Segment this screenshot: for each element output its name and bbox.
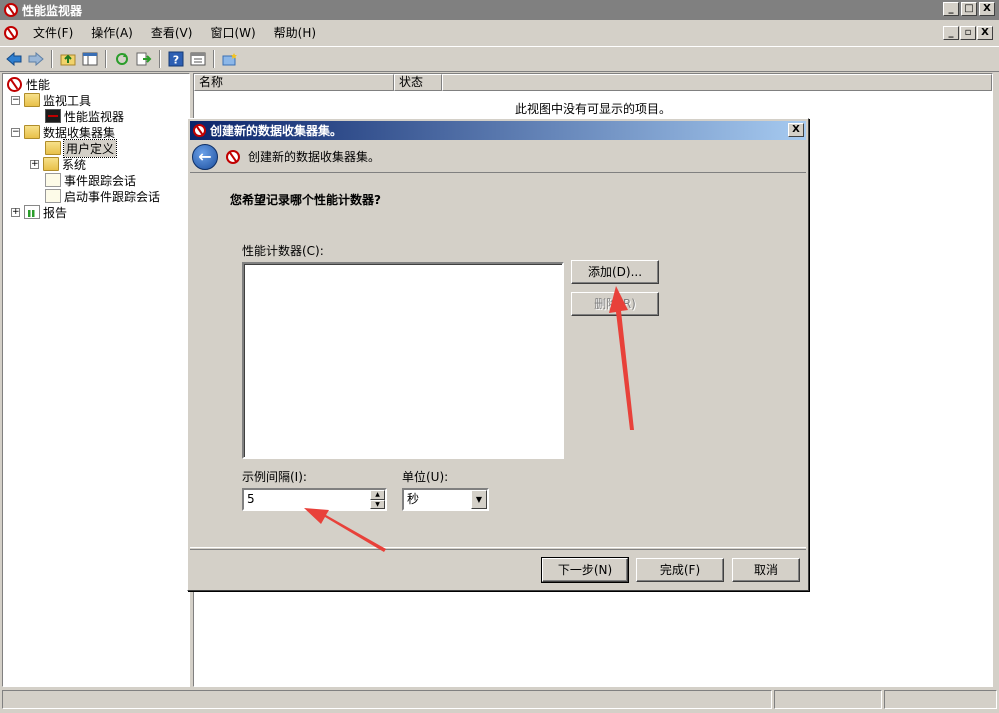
show-hide-tree-icon[interactable] — [80, 49, 100, 69]
monitor-icon — [45, 109, 61, 123]
status-bar — [2, 690, 997, 710]
dialog-title-bar: 创建新的数据收集器集。 X — [190, 121, 806, 140]
menu-window[interactable]: 窗口(W) — [201, 22, 264, 44]
mdi-system-icon[interactable] — [4, 26, 18, 40]
wizard-question: 您希望记录哪个性能计数器? — [230, 193, 381, 207]
sample-interval-label: 示例间隔(I): — [242, 470, 307, 484]
perfmon-app-icon — [4, 3, 18, 17]
properties-icon[interactable] — [188, 49, 208, 69]
user-folder-icon — [45, 141, 61, 155]
menu-view[interactable]: 查看(V) — [142, 22, 202, 44]
wizard-body: 您希望记录哪个性能计数器? 性能计数器(C): 添加(D)... 删除(R) 示… — [190, 174, 806, 548]
tree-node-startup-event-trace[interactable]: 启动事件跟踪会话 — [45, 188, 160, 204]
column-header-name[interactable]: 名称 — [194, 74, 394, 91]
folder-icon — [24, 125, 40, 139]
wizard-footer: 下一步(N) 完成(F) 取消 — [190, 549, 806, 589]
wizard-header: ← 创建新的数据收集器集。 — [190, 141, 806, 173]
unit-select[interactable]: 秒 ▼ — [402, 488, 489, 511]
help-icon[interactable]: ? — [166, 49, 186, 69]
finish-button[interactable]: 完成(F) — [636, 558, 724, 582]
child-restore-button[interactable]: ▫ — [960, 26, 976, 40]
wizard-header-icon — [226, 149, 240, 164]
empty-list-message: 此视图中没有可显示的项目。 — [514, 102, 671, 116]
dialog-app-icon — [193, 124, 206, 137]
spin-up-icon[interactable]: ▲ — [370, 490, 385, 500]
tree-node-data-collector-sets[interactable]: − 数据收集器集 — [11, 124, 115, 140]
svg-text:?: ? — [173, 54, 179, 67]
new-item-icon[interactable] — [220, 49, 240, 69]
sample-interval-value: 5 — [247, 492, 255, 506]
create-collector-set-dialog: 创建新的数据收集器集。 X ← 创建新的数据收集器集。 您希望记录哪个性能计数器… — [187, 118, 809, 591]
expand-toggle[interactable]: + — [30, 159, 39, 169]
status-pane-3 — [884, 690, 997, 709]
performance-counters-list[interactable] — [242, 262, 564, 459]
export-icon[interactable] — [134, 49, 154, 69]
refresh-icon[interactable] — [112, 49, 132, 69]
toolbar: ? — [0, 46, 999, 72]
maximize-button[interactable]: □ — [961, 2, 977, 16]
window-title-bar: 性能监视器 _ □ X — [0, 0, 999, 20]
close-button[interactable]: X — [979, 2, 995, 16]
tree-node-performance[interactable]: 性能 — [7, 76, 50, 92]
tree-node-event-trace-sessions[interactable]: 事件跟踪会话 — [45, 172, 136, 188]
wizard-header-title: 创建新的数据收集器集。 — [248, 150, 381, 164]
add-counter-button[interactable]: 添加(D)... — [571, 260, 659, 284]
column-header-filler — [442, 74, 992, 91]
window-title: 性能监视器 — [22, 3, 83, 18]
navigation-tree: 性能 − 监视工具 性能监视器 − 数据收集器集 用户定义 + 系统 事件跟踪会… — [2, 73, 190, 687]
tree-node-system[interactable]: + 系统 — [30, 156, 86, 172]
child-close-button[interactable]: X — [977, 26, 993, 40]
minimize-button[interactable]: _ — [943, 2, 959, 16]
wizard-back-button[interactable]: ← — [192, 143, 218, 170]
tree-node-monitor-tools[interactable]: − 监视工具 — [11, 92, 91, 108]
tree-node-user-defined[interactable]: 用户定义 — [45, 138, 118, 158]
status-pane-2 — [774, 690, 882, 709]
unit-label: 单位(U): — [402, 470, 449, 484]
dialog-close-button[interactable]: X — [788, 123, 804, 137]
dialog-title: 创建新的数据收集器集。 — [210, 124, 343, 138]
sample-interval-spinner[interactable]: 5 ▲ ▼ — [242, 488, 387, 511]
collapse-toggle[interactable]: − — [11, 95, 20, 105]
cancel-button[interactable]: 取消 — [732, 558, 800, 582]
status-pane-main — [2, 690, 772, 709]
child-minimize-button[interactable]: _ — [943, 26, 959, 40]
event-trace-icon — [45, 173, 61, 187]
menu-help[interactable]: 帮助(H) — [265, 22, 325, 44]
report-icon — [24, 205, 40, 219]
up-folder-icon[interactable] — [58, 49, 78, 69]
folder-icon — [24, 93, 40, 107]
dropdown-arrow-icon[interactable]: ▼ — [471, 490, 487, 509]
tree-node-perf-monitor[interactable]: 性能监视器 — [45, 108, 124, 124]
next-button[interactable]: 下一步(N) — [541, 557, 629, 583]
startup-trace-icon — [45, 189, 61, 203]
menu-action[interactable]: 操作(A) — [82, 22, 142, 44]
remove-counter-button[interactable]: 删除(R) — [571, 292, 659, 316]
column-header-status[interactable]: 状态 — [394, 74, 442, 91]
menu-file[interactable]: 文件(F) — [24, 22, 82, 44]
spin-down-icon[interactable]: ▼ — [370, 499, 385, 509]
perfmon-node-icon — [7, 76, 22, 92]
forward-icon[interactable] — [26, 49, 46, 69]
tree-node-reports[interactable]: + 报告 — [11, 204, 67, 220]
menu-bar: 文件(F) 操作(A) 查看(V) 窗口(W) 帮助(H) — [0, 22, 999, 44]
unit-selected-value: 秒 — [407, 492, 420, 506]
system-folder-icon — [43, 157, 59, 171]
collapse-toggle[interactable]: − — [11, 127, 20, 137]
counters-label: 性能计数器(C): — [242, 244, 324, 258]
back-icon[interactable] — [4, 49, 24, 69]
expand-toggle[interactable]: + — [11, 207, 20, 217]
